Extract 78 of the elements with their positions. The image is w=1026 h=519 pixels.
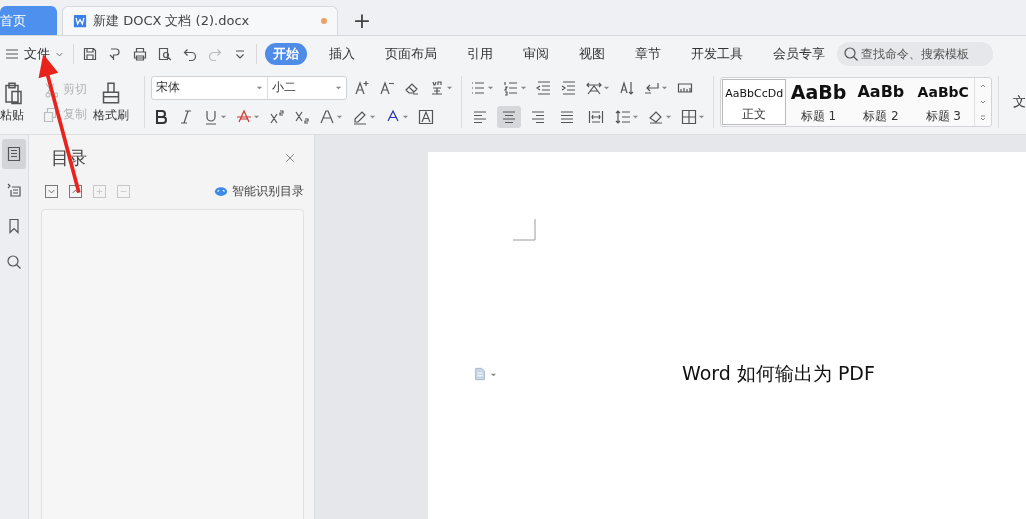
list-button[interactable] <box>2 139 26 169</box>
align-right-icon <box>529 108 546 125</box>
outdent-icon[interactable] <box>535 79 552 96</box>
indent-icon[interactable] <box>560 79 577 96</box>
ribbon-tab[interactable]: 引用 <box>459 43 501 65</box>
menu-icon <box>4 46 20 62</box>
style-option[interactable]: AaBbC 标题 3 <box>912 78 975 126</box>
writer-logo-icon <box>73 14 87 28</box>
justify-icon <box>558 108 575 125</box>
ribbon-tab[interactable]: 页面布局 <box>377 43 445 65</box>
save-icon[interactable] <box>82 46 98 62</box>
caret-icon[interactable] <box>697 113 705 120</box>
caret-icon[interactable] <box>445 84 453 91</box>
tab-label: 首页 <box>0 11 27 30</box>
ribbon-tab[interactable]: 视图 <box>571 43 613 65</box>
search-field[interactable]: 查找命令、搜索模板 <box>837 42 993 66</box>
font-shrink-icon[interactable] <box>378 79 395 96</box>
copy-icon <box>42 106 58 123</box>
ribbon-tab[interactable]: 章节 <box>627 43 669 65</box>
margin-corner-mark <box>513 219 537 241</box>
paste-button[interactable]: 粘贴 <box>0 106 24 124</box>
caret-icon[interactable] <box>664 113 672 120</box>
caret-icon[interactable] <box>335 113 343 120</box>
ribbon-tab[interactable]: 开发工具 <box>683 43 751 65</box>
caret-icon[interactable] <box>252 113 260 120</box>
borders-icon[interactable] <box>680 108 697 125</box>
scroll-down-icon[interactable] <box>979 98 988 106</box>
distribute-icon <box>587 108 604 125</box>
chevron-up-button[interactable] <box>69 184 82 198</box>
expand-gallery-icon[interactable] <box>979 114 988 122</box>
ribbon-tab[interactable]: 插入 <box>321 43 363 65</box>
character-border-icon[interactable] <box>417 108 434 125</box>
line-spacing-icon[interactable] <box>614 108 631 125</box>
ribbon-tab[interactable]: 会员专享 <box>765 43 833 65</box>
ribbon-tab[interactable]: 审阅 <box>515 43 557 65</box>
search-icon <box>6 254 22 270</box>
numbered-list-icon[interactable] <box>502 79 519 96</box>
align-center-icon <box>500 108 517 125</box>
caret-icon[interactable] <box>486 84 494 91</box>
new-tab-button[interactable]: + <box>347 6 377 35</box>
scroll-up-icon[interactable] <box>979 82 988 90</box>
caret-icon[interactable] <box>401 113 409 120</box>
bullet-list-icon[interactable] <box>469 79 486 96</box>
print-icon[interactable] <box>132 46 148 62</box>
document-text: Word 如何输出为 PDF <box>682 361 875 386</box>
list-icon <box>6 146 22 162</box>
style-option[interactable]: AaBb 标题 1 <box>787 78 850 126</box>
smart-toc-button[interactable]: 智能识别目录 <box>214 182 304 200</box>
scissors-icon <box>42 81 58 98</box>
caret-icon[interactable] <box>519 84 527 91</box>
tab-label: 新建 DOCX 文档 (2).docx <box>93 12 251 30</box>
align-center-button[interactable] <box>496 105 521 128</box>
chevron-down-button[interactable] <box>45 184 58 198</box>
file-menu[interactable]: 文件 <box>4 41 65 67</box>
text-effect-icon[interactable] <box>318 108 335 125</box>
undo-icon[interactable] <box>182 46 198 62</box>
sort-icon[interactable] <box>618 79 635 96</box>
format-painter-button[interactable]: 格式刷 <box>93 106 129 124</box>
caret-icon[interactable] <box>631 113 639 120</box>
export-icon[interactable] <box>107 46 123 62</box>
close-icon[interactable] <box>284 152 296 164</box>
caret-icon[interactable] <box>368 113 376 120</box>
outline-icon <box>6 182 22 198</box>
ribbon-label[interactable]: 文 <box>1013 93 1026 111</box>
style-option[interactable]: AaBb 标题 2 <box>849 78 913 126</box>
caret-icon[interactable] <box>219 113 227 120</box>
caret-icon[interactable] <box>660 84 668 91</box>
font-grow-icon[interactable] <box>353 79 370 96</box>
style-option[interactable]: AaBbCcDd 正文 <box>721 79 787 125</box>
bookmark-icon <box>6 218 22 234</box>
superscript-icon[interactable] <box>268 108 285 125</box>
caret-icon[interactable] <box>602 84 610 91</box>
document-tab[interactable]: 新建 DOCX 文档 (2).docx <box>62 6 338 35</box>
align-left-icon <box>471 108 488 125</box>
print-preview-icon[interactable] <box>157 46 173 62</box>
search-icon <box>843 46 859 62</box>
strikethrough-icon[interactable] <box>235 108 252 125</box>
cloud-icon <box>214 185 228 197</box>
